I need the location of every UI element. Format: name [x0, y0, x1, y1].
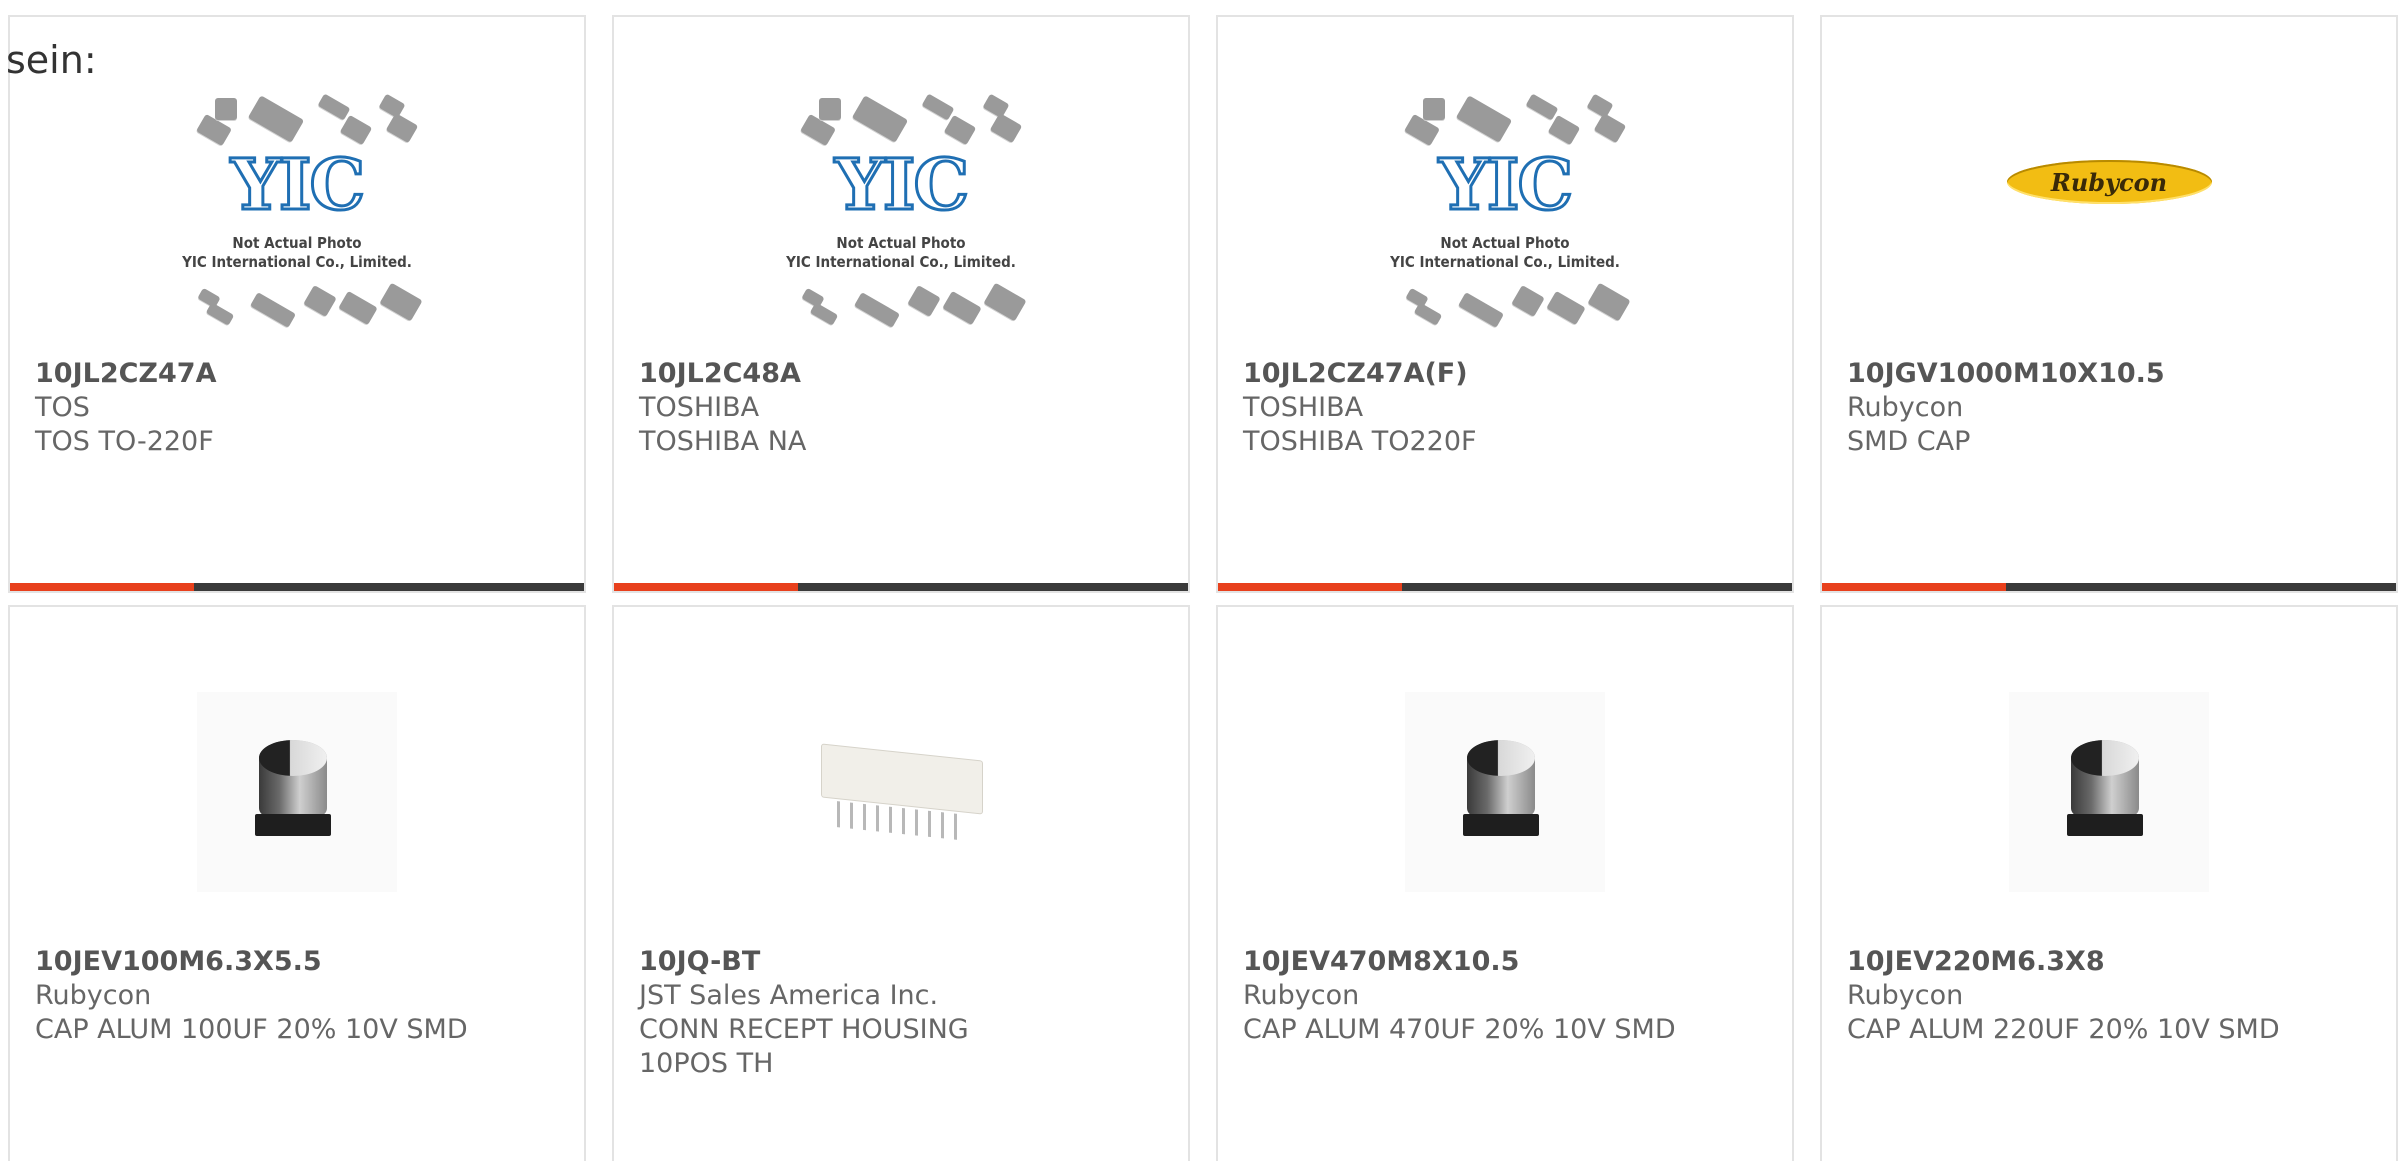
yic-logo: YIC [833, 143, 970, 226]
product-info: 10JL2CZ47A TOS TOS TO-220F [35, 357, 559, 459]
rubycon-logo: Rubycon [2006, 160, 2212, 204]
product-image[interactable]: Rubycon [1822, 57, 2396, 367]
connector-image [811, 722, 991, 862]
card-accent [614, 583, 798, 591]
yic-logo: YIC [229, 143, 366, 226]
part-number-link[interactable]: 10JEV220M6.3X8 [1847, 945, 2371, 979]
product-image[interactable] [10, 662, 584, 922]
part-number-link[interactable]: 10JEV100M6.3X5.5 [35, 945, 559, 979]
product-card[interactable]: YIC Not Actual Photo YIC International C… [8, 15, 586, 593]
manufacturer: Rubycon [35, 980, 152, 1011]
description: CAP ALUM 220UF 20% 10V SMD [1847, 1014, 2280, 1045]
capacitor-image [2009, 692, 2209, 892]
card-accent [1218, 583, 1402, 591]
card-bottom-bar [10, 583, 584, 591]
manufacturer: Rubycon [1847, 392, 1964, 423]
description: TOSHIBA TO220F [1243, 426, 1477, 457]
card-accent [1822, 583, 2006, 591]
part-number-link[interactable]: 10JGV1000M10X10.5 [1847, 357, 2371, 391]
capacitor-image [1405, 692, 1605, 892]
card-bottom-bar [1218, 583, 1792, 591]
product-card[interactable]: YIC Not Actual Photo YIC International C… [612, 15, 1190, 593]
product-card[interactable]: 10JEV220M6.3X8 Rubycon CAP ALUM 220UF 20… [1820, 605, 2398, 1161]
manufacturer: TOSHIBA [639, 392, 760, 423]
product-info: 10JEV100M6.3X5.5 Rubycon CAP ALUM 100UF … [35, 945, 559, 1047]
part-number-link[interactable]: 10JQ-BT [639, 945, 1163, 979]
card-bottom-bar [1822, 583, 2396, 591]
yic-placeholder-image: YIC Not Actual Photo YIC International C… [1385, 92, 1631, 332]
product-card[interactable]: Rubycon 10JGV1000M10X10.5 Rubycon SMD CA… [1820, 15, 2398, 593]
product-info: 10JEV470M8X10.5 Rubycon CAP ALUM 470UF 2… [1243, 945, 1767, 1047]
part-number-link[interactable]: 10JL2CZ47A [35, 357, 559, 391]
part-number-link[interactable]: 10JL2C48A [639, 357, 1163, 391]
product-image[interactable]: YIC Not Actual Photo YIC International C… [1218, 57, 1792, 367]
description: TOS TO-220F [35, 426, 214, 457]
yic-placeholder-image: YIC Not Actual Photo YIC International C… [781, 92, 1027, 332]
manufacturer: TOSHIBA [1243, 392, 1364, 423]
product-info: 10JL2CZ47A(F) TOSHIBA TOSHIBA TO220F [1243, 357, 1767, 459]
product-image[interactable]: YIC Not Actual Photo YIC International C… [10, 57, 584, 367]
description: TOSHIBA NA [639, 426, 807, 457]
description: CAP ALUM 100UF 20% 10V SMD [35, 1014, 468, 1045]
product-image[interactable] [1822, 662, 2396, 922]
capacitor-image [197, 692, 397, 892]
product-card[interactable]: 10JEV100M6.3X5.5 Rubycon CAP ALUM 100UF … [8, 605, 586, 1161]
manufacturer: Rubycon [1243, 980, 1360, 1011]
product-info: 10JQ-BT JST Sales America Inc. CONN RECE… [639, 945, 1163, 1081]
product-image[interactable]: YIC Not Actual Photo YIC International C… [614, 57, 1188, 367]
image-caption: Not Actual Photo YIC International Co., … [786, 234, 1016, 271]
image-caption: Not Actual Photo YIC International Co., … [1390, 234, 1620, 271]
manufacturer: Rubycon [1847, 980, 1964, 1011]
manufacturer: TOS [35, 392, 90, 423]
description: CAP ALUM 470UF 20% 10V SMD [1243, 1014, 1676, 1045]
product-card[interactable]: YIC Not Actual Photo YIC International C… [1216, 15, 1794, 593]
yic-logo: YIC [1437, 143, 1574, 226]
product-info: 10JGV1000M10X10.5 Rubycon SMD CAP [1847, 357, 2371, 459]
product-info: 10JL2C48A TOSHIBA TOSHIBA NA [639, 357, 1163, 459]
product-image[interactable] [1218, 662, 1792, 922]
product-card[interactable]: 10JQ-BT JST Sales America Inc. CONN RECE… [612, 605, 1190, 1161]
yic-placeholder-image: YIC Not Actual Photo YIC International C… [177, 92, 423, 332]
product-image[interactable] [614, 662, 1188, 922]
product-grid-page: sein: YIC Not Actual Photo YIC Internati… [0, 0, 2400, 1161]
description: CONN RECEPT HOUSING 10POS TH [639, 1014, 969, 1079]
product-info: 10JEV220M6.3X8 Rubycon CAP ALUM 220UF 20… [1847, 945, 2371, 1047]
image-caption: Not Actual Photo YIC International Co., … [182, 234, 412, 271]
description: SMD CAP [1847, 426, 1971, 457]
product-card[interactable]: 10JEV470M8X10.5 Rubycon CAP ALUM 470UF 2… [1216, 605, 1794, 1161]
intro-text: sein: [6, 38, 97, 82]
part-number-link[interactable]: 10JL2CZ47A(F) [1243, 357, 1767, 391]
card-bottom-bar [614, 583, 1188, 591]
manufacturer: JST Sales America Inc. [639, 980, 939, 1011]
part-number-link[interactable]: 10JEV470M8X10.5 [1243, 945, 1767, 979]
card-accent [10, 583, 194, 591]
